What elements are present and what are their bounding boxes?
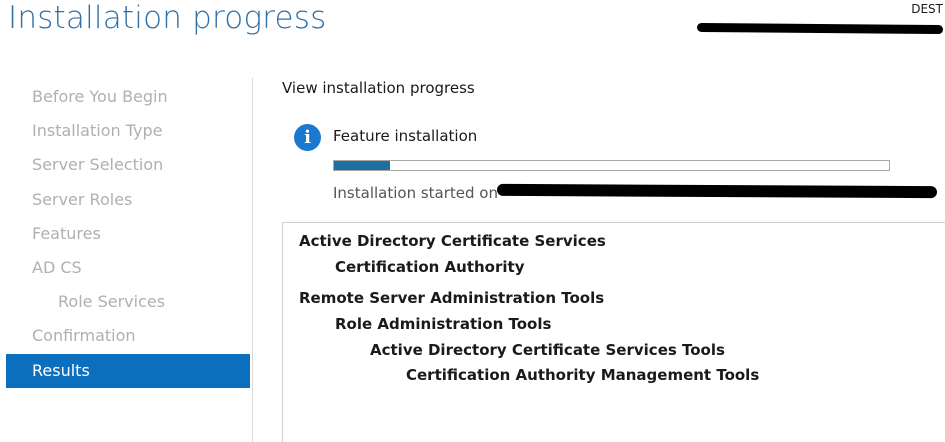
section-heading: View installation progress bbox=[282, 79, 475, 97]
nav-item-server-selection[interactable]: Server Selection bbox=[6, 148, 250, 182]
nav-divider bbox=[252, 78, 253, 442]
nav-item-server-roles[interactable]: Server Roles bbox=[6, 183, 250, 217]
nav-item-role-services[interactable]: Role Services bbox=[6, 285, 250, 319]
destination-server-label: DEST bbox=[911, 2, 943, 16]
feature-item: Active Directory Certificate Services bbox=[299, 232, 606, 250]
info-icon: i bbox=[294, 124, 321, 151]
feature-item: Certification Authority bbox=[335, 258, 525, 276]
nav-item-features[interactable]: Features bbox=[6, 217, 250, 251]
features-list-box: Active Directory Certificate Services Ce… bbox=[282, 222, 945, 442]
status-label: Feature installation bbox=[333, 127, 478, 145]
nav-item-confirmation[interactable]: Confirmation bbox=[6, 319, 250, 353]
feature-item: Active Directory Certificate Services To… bbox=[370, 341, 725, 359]
nav-item-before-you-begin[interactable]: Before You Begin bbox=[6, 80, 250, 114]
installation-progress-bar bbox=[333, 160, 890, 171]
feature-item: Remote Server Administration Tools bbox=[299, 289, 605, 307]
feature-item: Role Administration Tools bbox=[335, 315, 552, 333]
redaction-bar bbox=[696, 22, 944, 35]
feature-item: Certification Authority Management Tools bbox=[406, 366, 760, 384]
progress-bar-fill bbox=[334, 161, 390, 170]
page-title: Installation progress bbox=[8, 0, 327, 36]
redaction-bar bbox=[496, 183, 938, 199]
wizard-nav: Before You Begin Installation Type Serve… bbox=[6, 80, 250, 388]
nav-item-installation-type[interactable]: Installation Type bbox=[6, 114, 250, 148]
nav-item-ad-cs[interactable]: AD CS bbox=[6, 251, 250, 285]
installation-started-text: Installation started on bbox=[333, 184, 498, 202]
nav-item-results[interactable]: Results bbox=[6, 353, 250, 388]
